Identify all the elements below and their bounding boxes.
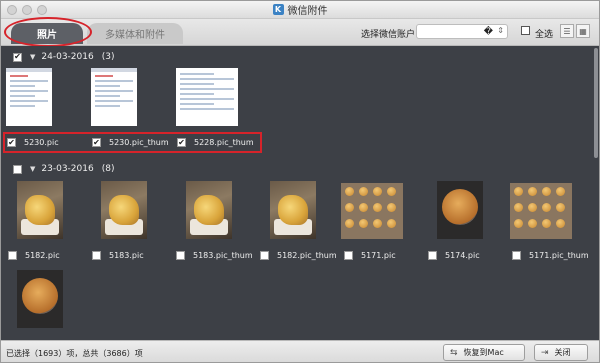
restore-label: 恢复到Mac: [463, 348, 504, 357]
group-count: (8): [101, 164, 115, 174]
thumbnail[interactable]: [17, 181, 63, 239]
thumbnail[interactable]: [6, 68, 52, 126]
item-checkbox[interactable]: [344, 251, 353, 260]
thumbnail[interactable]: [101, 181, 147, 239]
grid-view-icon[interactable]: ▦: [576, 24, 590, 38]
minimize-window-dot[interactable]: [22, 5, 32, 15]
thumbnail[interactable]: [341, 183, 403, 239]
group-checkbox[interactable]: ✔: [13, 52, 22, 62]
app-icon: K: [272, 4, 284, 15]
item-filename: 5171.pic_thum: [529, 251, 589, 260]
select-all-label: 全选: [535, 30, 554, 40]
close-label: 关闭: [554, 348, 571, 357]
thumbnail[interactable]: [510, 183, 572, 239]
group-header: ▼ 23-03-2016 (8): [13, 164, 114, 174]
item-label: 5171.pic_thum: [512, 251, 589, 260]
group-count: (3): [101, 52, 115, 62]
tab-media-attachments[interactable]: 多媒体和附件: [87, 23, 183, 44]
exit-icon: ⇥: [541, 347, 549, 358]
app-window: K 微信附件 照片 多媒体和附件 选择微信账户 � ⇕ 全选 ☰ ▦ ✔ ▼ 2…: [0, 0, 600, 363]
thumbnail[interactable]: [176, 68, 238, 126]
thumbnail[interactable]: [91, 68, 137, 126]
item-checkbox[interactable]: [428, 251, 437, 260]
item-label: 5182.pic_thum: [260, 251, 337, 260]
item-checkbox[interactable]: [512, 251, 521, 260]
footer-bar: 已选择（1693）项，总共（3686）项 ⇆ 恢复到Mac ⇥ 关闭: [1, 340, 599, 362]
scrollbar[interactable]: [594, 48, 598, 158]
item-label: 5183.pic: [92, 251, 144, 260]
group-date: 24-03-2016: [41, 52, 94, 62]
thumbnail[interactable]: [270, 181, 316, 239]
title-bar: K 微信附件: [1, 1, 599, 19]
highlight-oval-annotation: [4, 17, 92, 47]
restore-icon: ⇆: [450, 347, 458, 358]
item-label: 5174.pic: [428, 251, 480, 260]
item-filename: 5174.pic: [445, 251, 480, 260]
account-select[interactable]: � ⇕: [416, 24, 508, 39]
item-label: 5171.pic: [344, 251, 396, 260]
restore-to-mac-button[interactable]: ⇆ 恢复到Mac: [443, 344, 525, 361]
triangle-down-icon[interactable]: ▼: [30, 165, 35, 173]
item-filename: 5182.pic: [25, 251, 60, 260]
account-value: �: [483, 26, 493, 37]
triangle-down-icon[interactable]: ▼: [30, 53, 35, 61]
window-title: 微信附件: [287, 6, 328, 17]
select-all-checkbox[interactable]: [521, 26, 530, 35]
selection-status: 已选择（1693）项，总共（3686）项: [6, 349, 143, 358]
thumbnail[interactable]: [186, 181, 232, 239]
close-window-dot[interactable]: [7, 5, 17, 15]
highlight-box-annotation: [3, 132, 262, 153]
attachment-browser: ✔ ▼ 24-03-2016 (3) ✔ 5230.pic ✔ 5230.pic…: [1, 46, 599, 340]
item-filename: 5183.pic_thum: [193, 251, 253, 260]
item-checkbox[interactable]: [176, 251, 185, 260]
group-header: ✔ ▼ 24-03-2016 (3): [13, 52, 114, 62]
group-date: 23-03-2016: [41, 164, 94, 174]
item-checkbox[interactable]: [8, 251, 17, 260]
chevron-updown-icon: ⇕: [497, 26, 504, 35]
item-checkbox[interactable]: [92, 251, 101, 260]
account-label: 选择微信账户: [361, 30, 416, 40]
group-checkbox[interactable]: [13, 164, 22, 174]
item-filename: 5183.pic: [109, 251, 144, 260]
thumbnail[interactable]: [437, 181, 483, 239]
thumbnail[interactable]: [17, 270, 63, 328]
item-filename: 5171.pic: [361, 251, 396, 260]
item-label: 5183.pic_thum: [176, 251, 253, 260]
zoom-window-dot[interactable]: [37, 5, 47, 15]
item-filename: 5182.pic_thum: [277, 251, 337, 260]
item-label: 5182.pic: [8, 251, 60, 260]
list-view-icon[interactable]: ☰: [560, 24, 574, 38]
close-button[interactable]: ⇥ 关闭: [534, 344, 588, 361]
window-controls[interactable]: [7, 5, 47, 15]
item-checkbox[interactable]: [260, 251, 269, 260]
